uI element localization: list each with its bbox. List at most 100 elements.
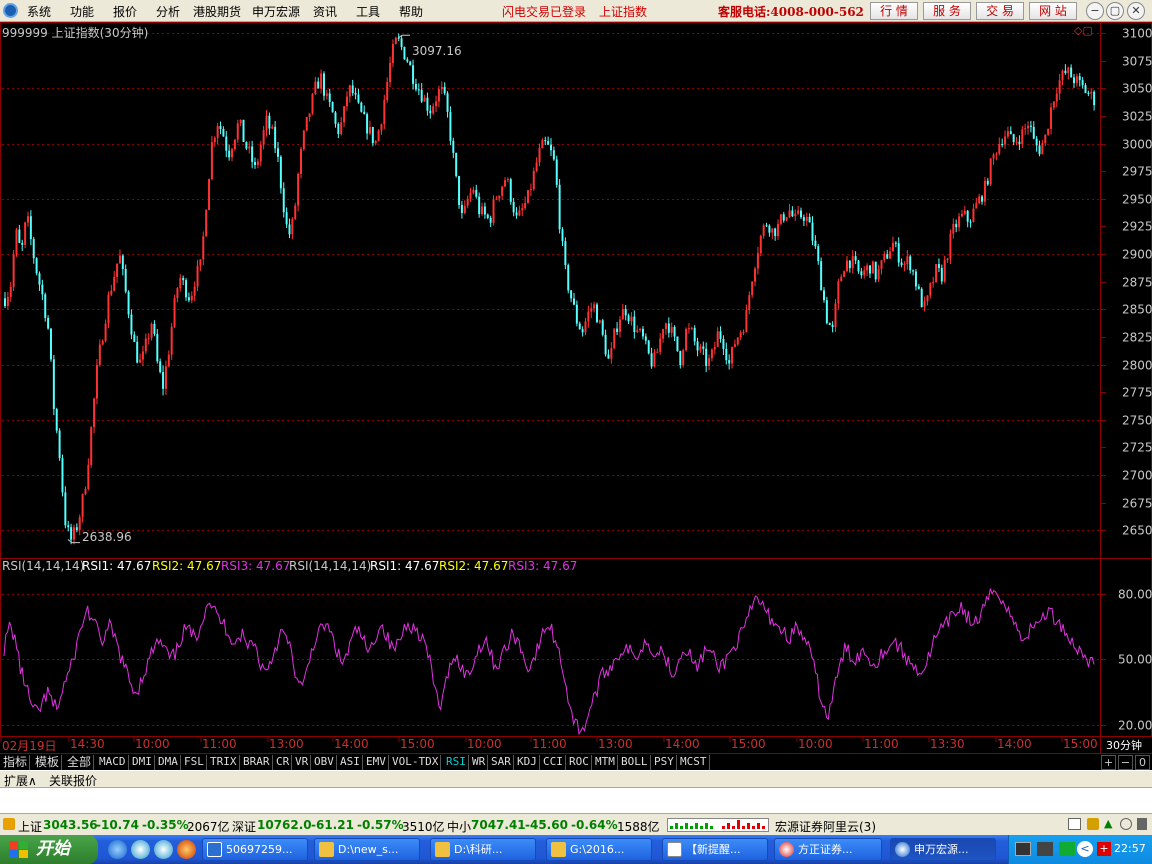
taskbar-item-7[interactable]: 申万宏源... <box>890 838 996 861</box>
tab-dmi[interactable]: DMI <box>130 755 155 770</box>
menu-shenwan[interactable]: 申万宏源 <box>252 3 300 20</box>
tab-全部[interactable]: 全部 <box>65 755 95 770</box>
candle-body <box>1078 76 1081 81</box>
tab-cr[interactable]: CR <box>274 755 293 770</box>
tab-mcst[interactable]: MCST <box>678 755 710 770</box>
flash-trade-status[interactable]: 闪电交易已登录 <box>502 3 586 20</box>
tab-brar[interactable]: BRAR <box>241 755 273 770</box>
rsi2-value: RSI2: 47.67 <box>152 559 222 573</box>
info-panel <box>0 788 1152 813</box>
tab-trix[interactable]: TRIX <box>208 755 240 770</box>
close-button[interactable]: ✕ <box>1127 2 1145 20</box>
candle-body <box>202 236 205 260</box>
candle-body <box>49 328 52 360</box>
price-tick-label: 2650 <box>1122 524 1152 538</box>
tab-wr[interactable]: WR <box>470 755 489 770</box>
taskbar-item-5[interactable]: 【新提醒... <box>662 838 768 861</box>
taskbar-item-3[interactable]: D:\科研... <box>430 838 536 861</box>
candle-body <box>1035 138 1038 146</box>
window-icon[interactable] <box>1068 818 1081 830</box>
chart-canvas[interactable]: 2650 2675 2700 2725 2750 2775 2800 2825 2850 2875… <box>0 22 1152 754</box>
candle-body <box>87 464 90 490</box>
tab-emv[interactable]: EMV <box>364 755 389 770</box>
nav-website-button[interactable]: 网 站 <box>1029 2 1077 20</box>
restore-button[interactable]: ▢ <box>1106 2 1124 20</box>
menu-system[interactable]: 系统 <box>27 3 51 20</box>
tab-指标[interactable]: 指标 <box>1 755 31 770</box>
menu-tools[interactable]: 工具 <box>356 3 380 20</box>
candle-body <box>567 265 570 291</box>
settings-icon[interactable] <box>1120 818 1132 830</box>
tab-模板[interactable]: 模板 <box>33 755 63 770</box>
candle-body <box>854 256 857 261</box>
taskbar-item-6[interactable]: 方正证券... <box>774 838 882 861</box>
sme-name[interactable]: 中小 <box>447 818 471 835</box>
taskbar-item-2[interactable]: D:\new_s... <box>314 838 420 861</box>
candle-body <box>667 323 670 333</box>
menu-news[interactable]: 资讯 <box>313 3 337 20</box>
candle-body <box>946 258 949 261</box>
tab-roc[interactable]: ROC <box>567 755 592 770</box>
menu-quote[interactable]: 报价 <box>113 3 137 20</box>
chevron-left-icon[interactable]: < <box>1077 841 1093 857</box>
menu-help[interactable]: 帮助 <box>399 3 423 20</box>
candle-body <box>297 173 300 206</box>
tab-vol-tdx[interactable]: VOL-TDX <box>390 755 442 770</box>
tab-minus-button[interactable]: − <box>1118 755 1133 770</box>
candle-body <box>1061 70 1064 81</box>
tab-psy[interactable]: PSY <box>652 755 677 770</box>
phone-icon[interactable] <box>1137 818 1147 830</box>
candle-body <box>29 216 32 240</box>
candle-body <box>268 115 271 129</box>
network-icon[interactable] <box>1037 842 1053 856</box>
tab-macd[interactable]: MACD <box>97 755 129 770</box>
tab-fsl[interactable]: FSL <box>182 755 207 770</box>
expand-button[interactable]: 扩展∧ <box>4 772 37 789</box>
tab-obv[interactable]: OBV <box>312 755 337 770</box>
taskbar-item-4[interactable]: G:\2016... <box>546 838 652 861</box>
lock-icon[interactable] <box>1087 818 1099 830</box>
tab-cci[interactable]: CCI <box>541 755 566 770</box>
alert-icon[interactable] <box>3 818 15 830</box>
sme-amount: 1588亿 <box>617 820 660 834</box>
tab-sar[interactable]: SAR <box>489 755 514 770</box>
menu-function[interactable]: 功能 <box>70 3 94 20</box>
taskbar-item-1[interactable]: 50697259... <box>202 838 308 861</box>
tab-dma[interactable]: DMA <box>156 755 181 770</box>
time-axis-label: 11:00 <box>864 737 899 751</box>
candle-body <box>1009 131 1012 135</box>
related-quotes-button[interactable]: 关联报价 <box>49 772 97 789</box>
browser-alt-icon[interactable] <box>154 840 173 859</box>
nav-service-button[interactable]: 服 务 <box>923 2 971 20</box>
nav-quotes-button[interactable]: 行 情 <box>870 2 918 20</box>
candle-body <box>383 100 386 125</box>
browser-icon[interactable] <box>131 840 150 859</box>
candle-body <box>311 93 314 114</box>
tray-app-icon[interactable] <box>1059 842 1075 856</box>
app-logo-icon[interactable] <box>3 3 18 18</box>
chart-options-icon[interactable]: ◇▢ <box>1074 24 1093 37</box>
sz-name[interactable]: 深证 <box>232 818 256 835</box>
ie-icon[interactable] <box>108 840 127 859</box>
start-button[interactable]: 开始 <box>0 835 98 864</box>
tab-plus-button[interactable]: + <box>1101 755 1116 770</box>
tab-kdj[interactable]: KDJ <box>515 755 540 770</box>
server-name[interactable]: 宏源证券阿里云(3) <box>775 818 876 835</box>
keyboard-icon[interactable] <box>1015 842 1031 856</box>
candle-body <box>506 179 509 181</box>
nav-trade-button[interactable]: 交 易 <box>976 2 1024 20</box>
tab-rsi[interactable]: RSI <box>444 755 469 770</box>
minimize-button[interactable]: − <box>1086 2 1104 20</box>
menu-analysis[interactable]: 分析 <box>156 3 180 20</box>
period-label[interactable]: 30分钟 <box>1106 737 1142 753</box>
menu-hk-futures[interactable]: 港股期货 <box>193 3 241 20</box>
chart-area[interactable]: 2650 2675 2700 2725 2750 2775 2800 2825 2850 2875… <box>0 22 1152 754</box>
tab-asi[interactable]: ASI <box>338 755 363 770</box>
stock-app-icon[interactable] <box>177 840 196 859</box>
sh-name[interactable]: 上证 <box>18 818 42 835</box>
tab-mtm[interactable]: MTM <box>593 755 618 770</box>
tab-vr[interactable]: VR <box>293 755 312 770</box>
tab-boll[interactable]: BOLL <box>619 755 651 770</box>
tab-zero-button[interactable]: 0 <box>1135 755 1150 770</box>
plus-icon[interactable]: + <box>1097 842 1111 856</box>
